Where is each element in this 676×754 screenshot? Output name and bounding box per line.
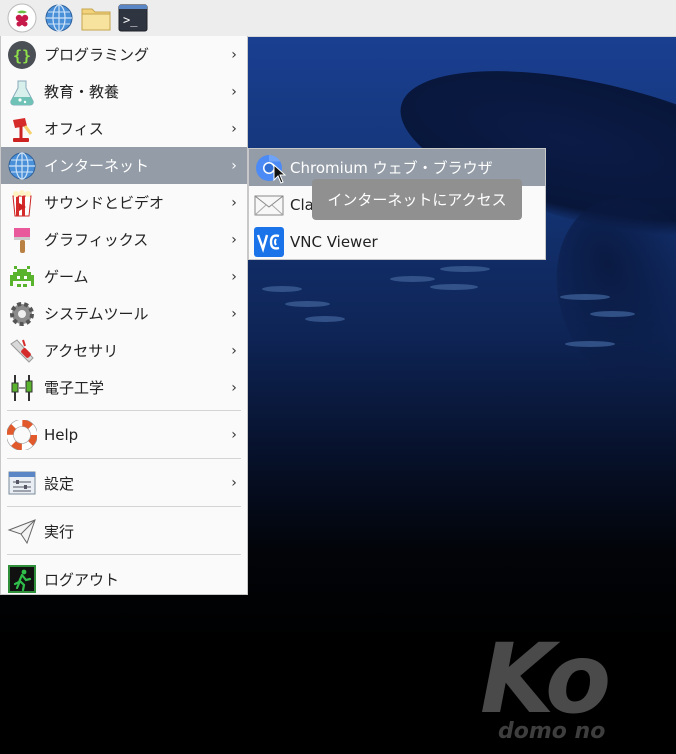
menu-item-label: システムツール xyxy=(44,305,149,323)
fish-shape xyxy=(590,311,635,317)
menu-item-label: アクセサリ xyxy=(44,342,119,360)
menu-item-education[interactable]: 教育・教養 › xyxy=(1,73,247,110)
menu-item-run[interactable]: 実行 xyxy=(1,512,247,550)
web-browser-icon xyxy=(45,4,73,32)
submenu-arrow-icon: › xyxy=(231,305,237,322)
fish-shape xyxy=(305,316,345,322)
terminal-icon: >_ xyxy=(118,4,148,32)
raspberry-menu-button[interactable] xyxy=(6,2,38,34)
menu-item-games[interactable]: ゲーム › xyxy=(1,258,247,295)
svg-text:{}: {} xyxy=(13,47,31,65)
submenu-arrow-icon: › xyxy=(231,342,237,359)
menu-item-label: 設定 xyxy=(44,474,75,493)
menu-item-accessories[interactable]: アクセサリ › xyxy=(1,332,247,369)
submenu-arrow-icon: › xyxy=(231,427,237,443)
fish-shape xyxy=(565,341,615,347)
application-menu: {} プログラミング › 教育・教養 › オフィス › インターネット › サウ… xyxy=(0,36,248,595)
submenu-arrow-icon: › xyxy=(231,46,237,63)
submenu-arrow-icon: › xyxy=(231,120,237,137)
graphics-icon xyxy=(6,224,38,256)
help-icon xyxy=(6,419,38,451)
menu-item-label: プログラミング xyxy=(44,46,150,64)
preferences-icon xyxy=(6,467,38,499)
menu-item-label: 電子工学 xyxy=(44,379,105,397)
file-manager-launcher[interactable] xyxy=(80,2,112,34)
submenu-item-label: VNC Viewer xyxy=(290,232,378,251)
accessories-icon xyxy=(6,335,38,367)
menu-separator xyxy=(7,554,241,555)
raspberry-icon xyxy=(7,3,37,33)
menu-item-label: ログアウト xyxy=(44,570,120,589)
submenu-item-vnc-viewer[interactable]: VNC Viewer xyxy=(249,223,545,260)
web-browser-launcher[interactable] xyxy=(43,2,75,34)
submenu-arrow-icon: › xyxy=(231,83,237,100)
menu-item-electronics[interactable]: 電子工学 › xyxy=(1,369,247,406)
games-icon xyxy=(6,261,38,293)
mail-icon xyxy=(253,189,285,221)
wallpaper-logo: Ko domo no xyxy=(480,623,611,744)
menu-item-label: サウンドとビデオ xyxy=(44,194,165,212)
tooltip: インターネットにアクセス xyxy=(312,179,522,220)
system-tools-icon xyxy=(6,298,38,330)
menu-item-label: ゲーム xyxy=(44,268,89,286)
menu-item-programming[interactable]: {} プログラミング › xyxy=(1,36,247,73)
menu-item-label: 実行 xyxy=(44,522,75,541)
electronics-icon xyxy=(6,372,38,404)
menu-item-label: Help xyxy=(44,426,79,444)
taskbar: >_ xyxy=(0,0,676,37)
logout-icon xyxy=(6,563,38,595)
terminal-launcher[interactable]: >_ xyxy=(117,2,149,34)
wallpaper-logo-subtext: domo no xyxy=(498,719,606,744)
menu-separator xyxy=(7,458,241,459)
fish-shape xyxy=(390,276,435,282)
fish-shape xyxy=(430,284,478,290)
menu-item-system-tools[interactable]: システムツール › xyxy=(1,295,247,332)
submenu-arrow-icon: › xyxy=(231,268,237,285)
menu-item-label: 教育・教養 xyxy=(44,83,120,101)
submenu-arrow-icon: › xyxy=(231,194,237,211)
menu-item-help[interactable]: Help › xyxy=(1,416,247,454)
menu-item-graphics[interactable]: グラフィックス › xyxy=(1,221,247,258)
menu-item-preferences[interactable]: 設定 › xyxy=(1,464,247,502)
programming-icon: {} xyxy=(6,39,38,71)
menu-separator xyxy=(7,506,241,507)
submenu-item-label: Chromium ウェブ・ブラウザ xyxy=(290,159,493,177)
fish-shape xyxy=(560,294,610,300)
file-manager-icon xyxy=(81,8,111,31)
menu-item-logout[interactable]: ログアウト xyxy=(1,560,247,598)
sound-video-icon xyxy=(6,187,38,219)
office-icon xyxy=(6,113,38,145)
mouse-pointer-icon xyxy=(273,163,287,188)
fish-shape xyxy=(285,301,330,307)
menu-item-office[interactable]: オフィス › xyxy=(1,110,247,147)
menu-item-label: グラフィックス xyxy=(44,231,149,249)
menu-item-internet[interactable]: インターネット › xyxy=(1,147,247,184)
fish-shape xyxy=(262,286,302,292)
submenu-arrow-icon: › xyxy=(231,379,237,396)
menu-item-sound-video[interactable]: サウンドとビデオ › xyxy=(1,184,247,221)
menu-item-label: インターネット xyxy=(44,157,150,175)
submenu-arrow-icon: › xyxy=(231,157,237,174)
vnc-viewer-icon xyxy=(253,226,285,258)
submenu-arrow-icon: › xyxy=(231,475,237,491)
svg-text:>_: >_ xyxy=(123,13,138,27)
run-icon xyxy=(6,515,38,547)
wallpaper-logo-text: Ko xyxy=(480,623,611,735)
menu-separator xyxy=(7,410,241,411)
education-icon xyxy=(6,76,38,108)
submenu-arrow-icon: › xyxy=(231,231,237,248)
internet-icon xyxy=(6,150,38,182)
menu-item-label: オフィス xyxy=(44,120,104,138)
fish-shape xyxy=(440,266,490,272)
